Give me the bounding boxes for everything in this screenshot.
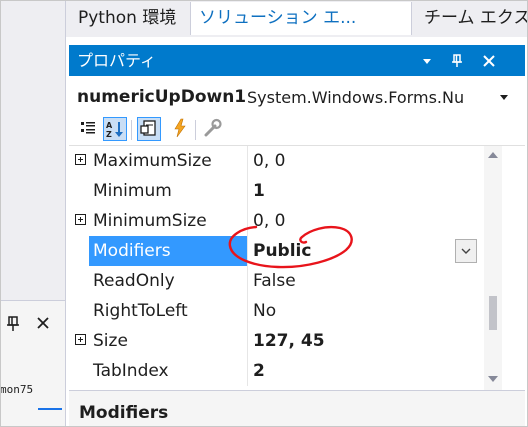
pin-icon[interactable] <box>6 316 20 332</box>
properties-titlebar: プロパティ <box>69 45 525 76</box>
object-selector[interactable]: numericUpDown1 System.Windows.Forms.Nu <box>69 83 525 113</box>
property-pages-icon <box>204 118 222 137</box>
property-row-minimum[interactable]: Minimum 1 <box>69 176 484 206</box>
scroll-thumb[interactable] <box>489 296 497 330</box>
property-value[interactable]: 2 <box>249 356 484 386</box>
column-divider <box>247 326 248 356</box>
property-value[interactable]: 1 <box>249 176 484 206</box>
column-divider <box>247 206 248 236</box>
scroll-down-icon[interactable] <box>488 376 498 382</box>
tab-team-explorer[interactable]: チーム エクスプロ... <box>416 2 528 35</box>
object-name: numericUpDown1 <box>77 87 247 107</box>
property-name: MinimumSize <box>93 211 207 231</box>
events-icon <box>174 118 186 138</box>
column-divider <box>247 176 248 206</box>
property-row-righttoleft[interactable]: RightToLeft No <box>69 296 484 326</box>
tab-python-environments[interactable]: Python 環境 <box>70 2 190 35</box>
pin-icon[interactable] <box>449 53 465 69</box>
property-row-size[interactable]: Size 127, 45 <box>69 326 484 356</box>
property-row-readonly[interactable]: ReadOnly False <box>69 266 484 296</box>
description-pane: Modifiers <box>69 390 525 427</box>
column-divider <box>247 266 248 296</box>
svg-text:Z: Z <box>106 130 112 139</box>
property-value[interactable]: 127, 45 <box>249 326 484 356</box>
truncated-label: mon75 <box>0 383 34 396</box>
property-row-tabindex[interactable]: TabIndex 2 <box>69 356 484 386</box>
property-name: Minimum <box>93 181 172 201</box>
alphabetical-button[interactable]: A Z <box>103 117 127 141</box>
property-value[interactable]: 0, 0 <box>249 146 484 176</box>
events-button[interactable] <box>169 117 193 141</box>
toolbar-separator <box>131 120 132 140</box>
expand-icon[interactable] <box>75 154 86 165</box>
svg-text:A: A <box>106 121 113 130</box>
property-value[interactable]: 0, 0 <box>249 206 484 236</box>
property-name: MaximumSize <box>93 151 212 171</box>
column-divider <box>247 356 248 386</box>
scroll-up-icon[interactable] <box>488 152 498 158</box>
active-indicator <box>38 408 62 410</box>
close-icon[interactable] <box>481 53 497 69</box>
column-divider <box>247 146 248 176</box>
property-value[interactable]: False <box>249 266 484 296</box>
object-type: System.Windows.Forms.Nu <box>247 88 465 107</box>
properties-window: プロパティ numericUpDown1 System.Windows.Form… <box>66 37 528 427</box>
toolbar-separator <box>195 120 196 140</box>
description-title: Modifiers <box>79 403 169 423</box>
categorized-icon <box>81 122 95 134</box>
categorized-button[interactable] <box>77 117 101 141</box>
chevron-down-icon <box>461 248 471 254</box>
properties-title: プロパティ <box>77 51 157 70</box>
property-name: Modifiers <box>89 236 247 266</box>
chevron-down-icon[interactable] <box>499 95 509 101</box>
properties-icon <box>140 120 156 136</box>
tool-window-tabs: Python 環境 ソリューション エ... チーム エクスプロ... <box>66 0 528 37</box>
properties-button[interactable] <box>137 117 161 141</box>
property-row-minimumsize[interactable]: MinimumSize 0, 0 <box>69 206 484 236</box>
window-position-dropdown-icon[interactable] <box>419 53 435 69</box>
expand-icon[interactable] <box>75 214 86 225</box>
property-row-maximumsize[interactable]: MaximumSize 0, 0 <box>69 146 484 176</box>
expand-icon[interactable] <box>75 334 86 345</box>
property-row-modifiers[interactable]: Modifiers Public <box>69 236 484 266</box>
value-dropdown-button[interactable] <box>455 239 477 263</box>
properties-toolbar: A Z <box>69 114 525 144</box>
column-divider <box>247 296 248 326</box>
property-name: ReadOnly <box>93 271 175 291</box>
property-pages-button[interactable] <box>201 117 225 141</box>
vertical-scrollbar[interactable] <box>484 146 502 390</box>
property-value[interactable]: Public <box>249 236 484 266</box>
alphabetical-icon: A Z <box>106 121 123 139</box>
column-divider <box>247 236 248 266</box>
left-pane: mon75 <box>0 0 66 427</box>
property-name: RightToLeft <box>93 301 188 321</box>
tab-solution-explorer[interactable]: ソリューション エ... <box>190 2 412 35</box>
left-empty-area <box>0 0 66 300</box>
close-icon[interactable] <box>36 316 50 330</box>
property-name: TabIndex <box>93 361 169 381</box>
property-grid: MaximumSize 0, 0 Minimum 1 MinimumSize 0… <box>69 145 525 390</box>
property-name: Size <box>93 331 128 351</box>
property-value[interactable]: No <box>249 296 484 326</box>
